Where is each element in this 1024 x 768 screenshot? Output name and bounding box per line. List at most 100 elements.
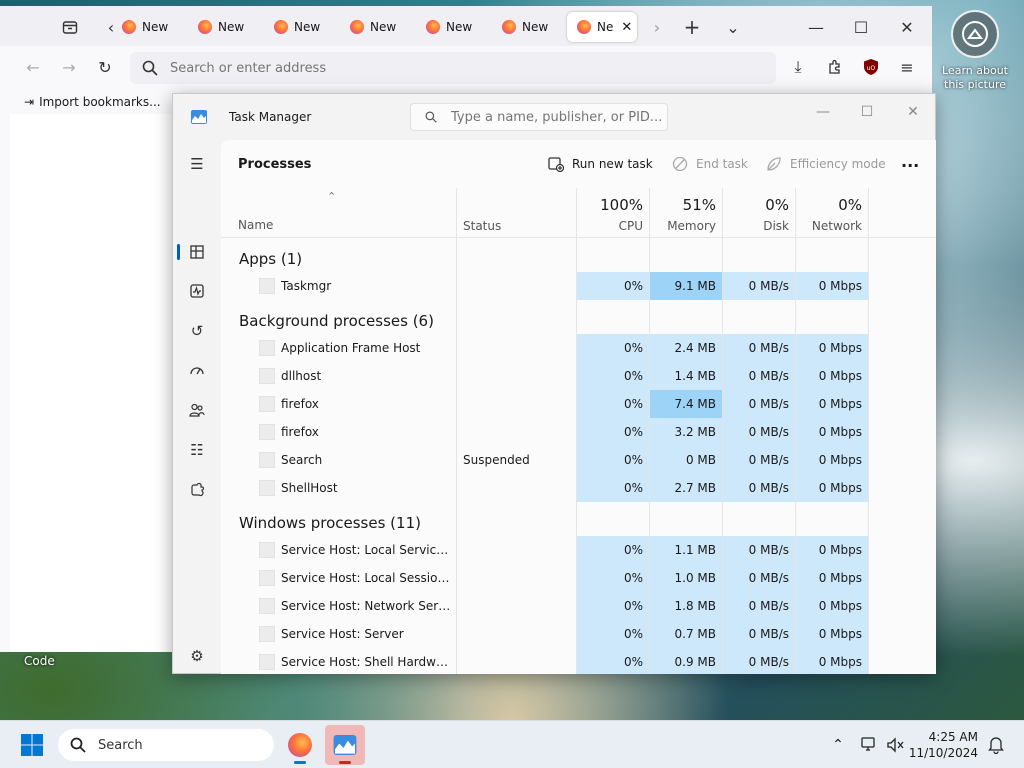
taskbar-task-manager[interactable] bbox=[325, 725, 365, 765]
search-input[interactable] bbox=[451, 109, 661, 125]
app-history-icon[interactable]: ↺ bbox=[183, 317, 211, 345]
hamburger-icon[interactable]: ☰ bbox=[183, 150, 211, 178]
process-row[interactable]: Service Host: Server 0% 0.7 MB 0 MB/s 0 Mbps bbox=[221, 620, 921, 648]
tab[interactable]: New bbox=[274, 12, 320, 42]
cell-memory: 2.7 MB bbox=[649, 474, 722, 502]
column-status[interactable]: Status bbox=[456, 188, 576, 238]
details-icon[interactable]: ☷ bbox=[183, 436, 211, 464]
cell-disk: 0 MB/s bbox=[722, 272, 795, 300]
maximize-icon[interactable]: ☐ bbox=[847, 100, 887, 124]
tab[interactable]: New bbox=[350, 12, 396, 42]
cell-disk: 0 MB/s bbox=[722, 620, 795, 648]
column-name[interactable]: Name bbox=[238, 218, 273, 232]
process-name: Application Frame Host bbox=[281, 341, 421, 355]
cell-cpu: 0% bbox=[576, 536, 649, 564]
process-icon bbox=[259, 626, 275, 642]
close-window-icon[interactable]: ✕ bbox=[893, 100, 933, 124]
forward-icon[interactable]: → bbox=[56, 54, 82, 80]
process-row[interactable]: Service Host: Shell Hardware ... 0%0.9 MB… bbox=[221, 648, 921, 674]
maximize-icon[interactable]: ☐ bbox=[848, 14, 874, 40]
tab[interactable]: New bbox=[426, 12, 472, 42]
page-content bbox=[10, 114, 172, 652]
url-bar[interactable] bbox=[130, 52, 776, 84]
more-options-icon[interactable]: ... bbox=[901, 152, 919, 171]
desktop-icon-label[interactable]: Code bbox=[24, 654, 55, 668]
firefox-icon bbox=[288, 733, 312, 757]
process-row[interactable]: Application Frame Host 0% 2.4 MB 0 MB/s 0 Mb… bbox=[221, 334, 921, 362]
run-new-task-icon bbox=[548, 157, 564, 172]
column-cpu[interactable]: 100% CPU bbox=[576, 188, 649, 238]
process-name: firefox bbox=[281, 425, 319, 439]
process-row[interactable]: Service Host: Local Service (N... 0%1.1 M… bbox=[221, 536, 921, 564]
group-header[interactable]: Apps (1) bbox=[221, 238, 921, 272]
cell-memory: 0.9 MB bbox=[649, 648, 722, 674]
minimize-icon[interactable]: — bbox=[803, 100, 843, 124]
process-search[interactable] bbox=[410, 103, 668, 131]
settings-icon[interactable]: ⚙ bbox=[183, 642, 211, 670]
notifications-icon[interactable] bbox=[976, 725, 1016, 765]
users-icon[interactable] bbox=[183, 396, 211, 424]
reload-icon[interactable]: ↻ bbox=[92, 54, 118, 80]
start-button[interactable] bbox=[12, 725, 52, 765]
process-row[interactable]: firefox 0% 3.2 MB 0 MB/s 0 Mbps bbox=[221, 418, 921, 446]
cell-disk: 0 MB/s bbox=[722, 390, 795, 418]
tab[interactable]: New bbox=[502, 12, 548, 42]
taskbar-firefox[interactable] bbox=[280, 725, 320, 765]
end-task-button[interactable]: End task bbox=[672, 156, 748, 172]
back-icon[interactable]: ← bbox=[20, 54, 46, 80]
system-clock[interactable]: 4:25 AM 11/10/2024 bbox=[908, 729, 978, 761]
cell-cpu: 0% bbox=[576, 390, 649, 418]
downloads-icon[interactable]: ⤓ bbox=[785, 54, 811, 80]
process-icon bbox=[259, 480, 275, 496]
column-network[interactable]: 0% Network bbox=[795, 188, 868, 238]
address-input[interactable] bbox=[170, 60, 730, 76]
cell-network: 0 Mbps bbox=[795, 648, 868, 674]
ublock-origin-icon[interactable]: uO bbox=[858, 54, 884, 80]
extensions-icon[interactable] bbox=[822, 54, 848, 80]
group-header[interactable]: Windows processes (11) bbox=[221, 502, 921, 536]
process-icon bbox=[259, 598, 275, 614]
scroll-tabs-right-icon[interactable]: › bbox=[644, 14, 670, 40]
svg-text:uO: uO bbox=[867, 65, 876, 72]
services-icon[interactable] bbox=[183, 476, 211, 504]
menu-icon[interactable]: ≡ bbox=[894, 54, 920, 80]
process-row[interactable]: Service Host: Local Session M... 0%1.0 MB… bbox=[221, 564, 921, 592]
startup-apps-icon[interactable] bbox=[183, 357, 211, 385]
new-tab-icon[interactable]: + bbox=[679, 14, 705, 40]
close-window-icon[interactable]: ✕ bbox=[894, 14, 920, 40]
cell-cpu: 0% bbox=[576, 592, 649, 620]
import-bookmarks-button[interactable]: ⇥ Import bookmarks... bbox=[24, 95, 161, 109]
tab[interactable]: New bbox=[122, 12, 168, 42]
process-icon bbox=[259, 424, 275, 440]
group-header[interactable]: Background processes (6) bbox=[221, 300, 921, 334]
column-memory[interactable]: 51% Memory bbox=[649, 188, 722, 238]
list-all-tabs-icon[interactable]: ⌄ bbox=[720, 14, 746, 40]
run-new-task-button[interactable]: Run new task bbox=[548, 156, 653, 172]
taskbar-search[interactable]: Search bbox=[58, 729, 274, 761]
process-row[interactable]: Taskmgr 0% 9.1 MB 0 MB/s 0 Mbps bbox=[221, 272, 921, 300]
minimize-icon[interactable]: — bbox=[803, 14, 829, 40]
process-name: firefox bbox=[281, 397, 319, 411]
cell-memory: 0 MB bbox=[649, 446, 722, 474]
learn-about-picture-widget[interactable]: Learn about this picture bbox=[942, 10, 1008, 92]
process-row[interactable]: Service Host: Network Service 0% 1.8 MB 0 M… bbox=[221, 592, 921, 620]
cell-memory: 3.2 MB bbox=[649, 418, 722, 446]
cell-network: 0 Mbps bbox=[795, 620, 868, 648]
cell-network: 0 Mbps bbox=[795, 334, 868, 362]
cell-disk: 0 MB/s bbox=[722, 536, 795, 564]
tab[interactable]: New bbox=[198, 12, 244, 42]
process-row[interactable]: firefox 0% 7.4 MB 0 MB/s 0 Mbps bbox=[221, 390, 921, 418]
processes-icon[interactable] bbox=[183, 238, 211, 266]
process-row[interactable]: ShellHost 0% 2.7 MB 0 MB/s 0 Mbps bbox=[221, 474, 921, 502]
cell-memory: 1.1 MB bbox=[649, 536, 722, 564]
scroll-tabs-left-icon[interactable]: ‹ bbox=[98, 14, 124, 40]
column-disk[interactable]: 0% Disk bbox=[722, 188, 795, 238]
process-row[interactable]: dllhost 0% 1.4 MB 0 MB/s 0 Mbps bbox=[221, 362, 921, 390]
close-tab-icon[interactable]: ✕ bbox=[621, 20, 632, 35]
process-row[interactable]: Search Suspended 0% 0 MB 0 MB/s 0 Mbps bbox=[221, 446, 921, 474]
performance-icon[interactable] bbox=[183, 277, 211, 305]
firefox-icon bbox=[350, 20, 364, 34]
firefox-view-icon[interactable] bbox=[57, 14, 83, 40]
efficiency-mode-button[interactable]: Efficiency mode bbox=[766, 156, 886, 172]
tab-active[interactable]: Ne ✕ bbox=[567, 12, 637, 42]
